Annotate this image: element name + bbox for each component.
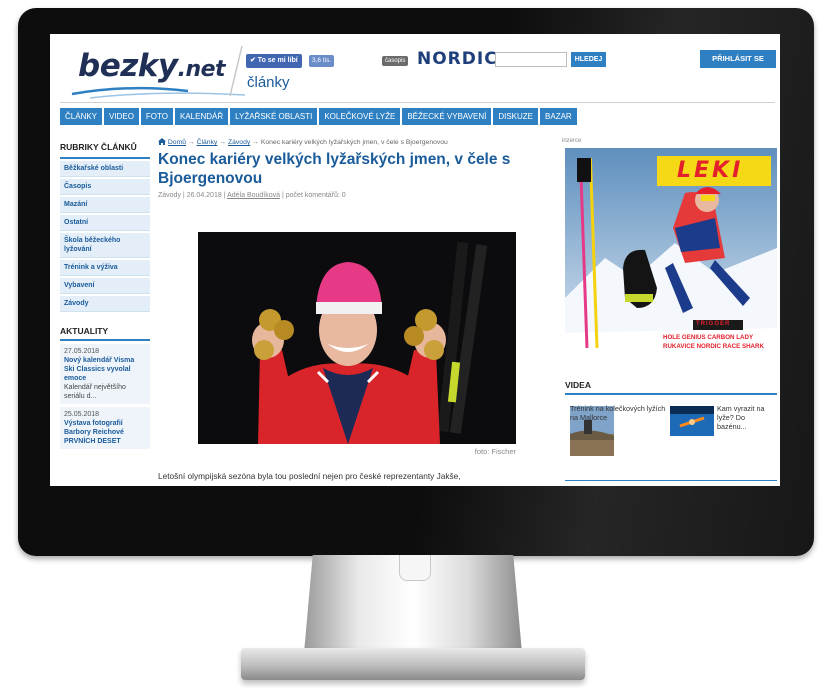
rubrika-item-ostatni[interactable]: Ostatní — [60, 215, 150, 231]
news-item[interactable]: 25.05.2018 Výstava fotografií Barbory Re… — [60, 407, 150, 449]
nav-kolecove-lyze[interactable]: KOLEČKOVÉ LYŽE — [319, 108, 401, 125]
nav-bezecke-vybaveni[interactable]: BĚŽECKÉ VYBAVENÍ — [402, 108, 492, 125]
breadcrumb-separator: → — [187, 139, 195, 146]
nav-diskuze[interactable]: DISKUZE — [493, 108, 539, 125]
ad-brand: LEKI — [677, 158, 744, 183]
search-input[interactable] — [495, 52, 567, 67]
facebook-like-button[interactable]: ✔ To se mi líbí — [246, 54, 302, 68]
news-excerpt: Kalendář největšího seriálu d... — [64, 384, 126, 400]
main-nav: ČLÁNKY VIDEO FOTO KALENDÁŘ LYŽAŘSKÉ OBLA… — [60, 108, 577, 125]
video-title[interactable]: Trénink na kolečkových lyžích na Mallorc… — [570, 404, 666, 422]
rubrika-item-bezkarske-oblasti[interactable]: Běžkařské oblasti — [60, 161, 150, 177]
rubrika-item-casopis[interactable]: Časopis — [60, 179, 150, 195]
login-button[interactable]: PŘIHLÁSIT SE — [700, 50, 776, 68]
ad-background — [565, 148, 777, 360]
photo-caption: foto: Fischer — [474, 447, 516, 456]
article-meta: Závody | 26.04.2018 | Adéla Boudíková | … — [158, 192, 552, 199]
like-count: 3,6 tis. — [309, 55, 335, 67]
news-title[interactable]: Nový kalendář Visma Ski Classics vyvolal… — [64, 356, 146, 383]
news-date: 25.05.2018 — [64, 411, 100, 418]
stand-cable-hole — [399, 555, 431, 581]
breadcrumb-home[interactable]: Domů — [168, 139, 186, 146]
article-title: Konec kariéry velkých lyžařských jmen, v… — [158, 151, 511, 187]
ad-trigger-badge: TRIGGER — [696, 321, 731, 327]
leki-advertisement[interactable]: LEKI TRIGGER HOLE GENIUS CARBON LADY RUK… — [565, 148, 777, 360]
header-divider-slash — [229, 45, 243, 97]
nav-clanky[interactable]: ČLÁNKY — [60, 108, 103, 125]
monitor-mockup: bezky.net ✔ To se mi líbí 3,6 tis. článk… — [0, 0, 827, 688]
logo-suffix-text: .net — [177, 57, 226, 82]
video-thumbnail[interactable] — [670, 406, 714, 436]
videa-heading: VIDEA — [565, 380, 777, 395]
search-button[interactable]: HLEDEJ — [571, 52, 606, 67]
aktuality-heading: AKTUALITY — [60, 324, 150, 341]
ad-label: inzerce — [562, 138, 582, 144]
meta-separator: | — [182, 192, 185, 199]
home-icon — [158, 138, 166, 145]
article-photo — [198, 232, 516, 444]
breadcrumb: Domů → Články → Závody → Konec kariéry v… — [158, 138, 552, 146]
article-author[interactable]: Adéla Boudíková — [227, 192, 280, 199]
header-divider — [60, 102, 775, 103]
meta-separator: | — [223, 192, 226, 199]
rubrika-item-trenink[interactable]: Trénink a výživa — [60, 260, 150, 276]
site-header: bezky.net ✔ To se mi líbí 3,6 tis. článk… — [50, 34, 780, 104]
monitor-stand-base — [241, 648, 585, 680]
comment-count[interactable]: počet komentářů: 0 — [286, 192, 346, 199]
article-date: 26.04.2018 — [186, 192, 222, 199]
logo-swoosh-icon — [71, 86, 246, 99]
article-intro: Letošní olympijská sezóna byla tou posle… — [158, 471, 461, 481]
nordic-magazine-link[interactable]: NORDIC — [417, 49, 498, 69]
breadcrumb-separator: → — [219, 139, 227, 146]
rubrika-item-vybaveni[interactable]: Vybavení — [60, 278, 150, 294]
logo-main-text: bezky — [78, 48, 178, 84]
nav-kalendar[interactable]: KALENDÁŘ — [175, 108, 229, 125]
breadcrumb-current: Konec kariéry velkých lyžařských jmen, v… — [260, 139, 448, 146]
breadcrumb-zavody[interactable]: Závody — [228, 139, 250, 146]
news-item[interactable]: 27.05.2018 Nový kalendář Visma Ski Class… — [60, 344, 150, 404]
section-title: články — [247, 74, 290, 91]
video-title[interactable]: Kam vyrazit na lyže? Do bazénu... — [717, 404, 775, 431]
nav-foto[interactable]: FOTO — [140, 108, 173, 125]
nav-video[interactable]: VIDEO — [104, 108, 139, 125]
news-title[interactable]: Výstava fotografií Barbory Reichové PRVN… — [64, 419, 146, 446]
monitor-screen: bezky.net ✔ To se mi líbí 3,6 tis. článk… — [50, 34, 780, 486]
ad-line1: HOLE GENIUS CARBON LADY — [663, 334, 754, 341]
rubrika-item-skola[interactable]: Škola běžeckého lyžování — [60, 233, 150, 258]
rubrika-item-zavody[interactable]: Závody — [60, 296, 150, 312]
left-sidebar: RUBRIKY ČLÁNKŮ Běžkařské oblasti Časopis… — [60, 138, 150, 449]
casopis-badge: časopis — [382, 56, 409, 66]
article-category[interactable]: Závody — [158, 192, 181, 199]
ad-line2: RUKAVICE NORDIC RACE SHARK — [663, 343, 764, 350]
news-date: 27.05.2018 — [64, 348, 100, 355]
video-divider — [565, 480, 777, 481]
nav-bazar[interactable]: BAZAR — [540, 108, 577, 125]
breadcrumb-clanky[interactable]: Články — [197, 139, 218, 146]
breadcrumb-separator: → — [252, 139, 259, 146]
rubriky-heading: RUBRIKY ČLÁNKŮ — [60, 138, 150, 159]
nav-lyzarske-oblasti[interactable]: LYŽAŘSKÉ OBLASTI — [230, 108, 318, 125]
rubrika-item-mazani[interactable]: Mazání — [60, 197, 150, 213]
right-sidebar: inzerce LEKI TRIGGER HOLE GENIUS CARBON … — [562, 138, 777, 481]
site-logo[interactable]: bezky.net — [78, 48, 226, 84]
article: Domů → Články → Závody → Konec kariéry v… — [158, 138, 552, 481]
meta-separator: | — [281, 192, 284, 199]
